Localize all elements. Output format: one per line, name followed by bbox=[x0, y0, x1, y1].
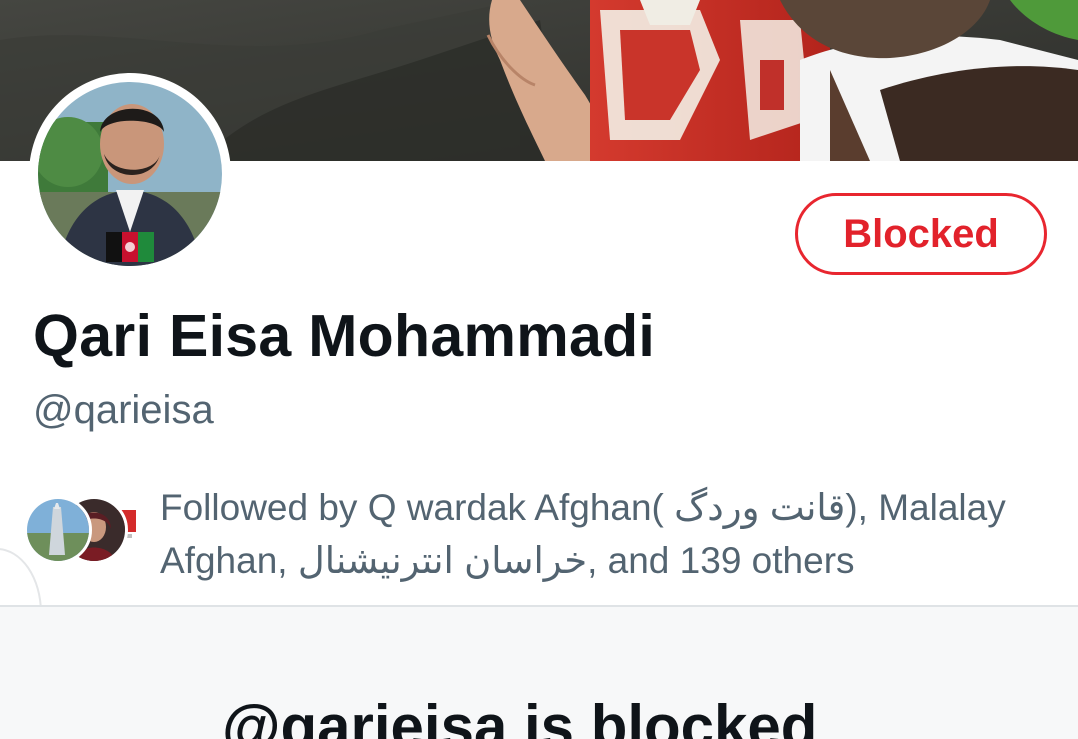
blocked-notice-section: @qarieisa is blocked bbox=[0, 607, 1078, 739]
blocked-button[interactable]: Blocked bbox=[795, 193, 1047, 275]
profile-handle: @qarieisa bbox=[33, 388, 214, 432]
blocked-notice-heading: @qarieisa is blocked bbox=[222, 693, 818, 739]
follower-avatar bbox=[24, 496, 92, 564]
followed-by-avatars[interactable] bbox=[24, 496, 146, 566]
followed-by-text[interactable]: Followed by Q wardak Afghan( قانت وردگ),… bbox=[160, 481, 1060, 587]
profile-display-name: Qari Eisa Mohammadi bbox=[33, 303, 656, 369]
avatar-image bbox=[38, 82, 222, 266]
profile-avatar[interactable] bbox=[29, 73, 231, 275]
profile-page: Blocked Qari Eisa Mohammadi @qarieisa Fo… bbox=[0, 0, 1078, 739]
